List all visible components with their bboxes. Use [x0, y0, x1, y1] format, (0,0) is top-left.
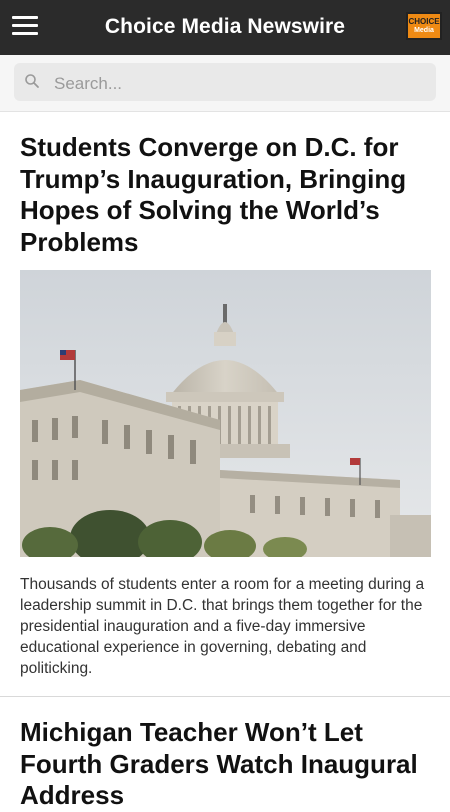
search-bar [0, 55, 450, 112]
article-card[interactable]: Students Converge on D.C. for Trump’s In… [0, 112, 450, 697]
choice-media-logo[interactable]: CHOICE Media [406, 12, 442, 40]
search-icon [25, 74, 39, 88]
article-summary: Thousands of students enter a room for a… [20, 576, 425, 677]
us-capitol-building-photo[interactable] [20, 270, 431, 557]
article-headline[interactable]: Students Converge on D.C. for Trump’s In… [20, 132, 420, 258]
search-box[interactable] [14, 63, 436, 101]
article-headline[interactable]: Michigan Teacher Won’t Let Fourth Grader… [20, 717, 420, 812]
logo-text-bottom: Media [414, 27, 434, 34]
app-title: Choice Media Newswire [104, 15, 346, 38]
logo-text-top: CHOICE [408, 17, 440, 26]
capitol-illustration [20, 270, 431, 557]
app-header: Choice Media Newswire CHOICE Media [0, 0, 450, 55]
search-input[interactable] [52, 72, 426, 96]
article-card[interactable]: Michigan Teacher Won’t Let Fourth Grader… [0, 697, 450, 810]
